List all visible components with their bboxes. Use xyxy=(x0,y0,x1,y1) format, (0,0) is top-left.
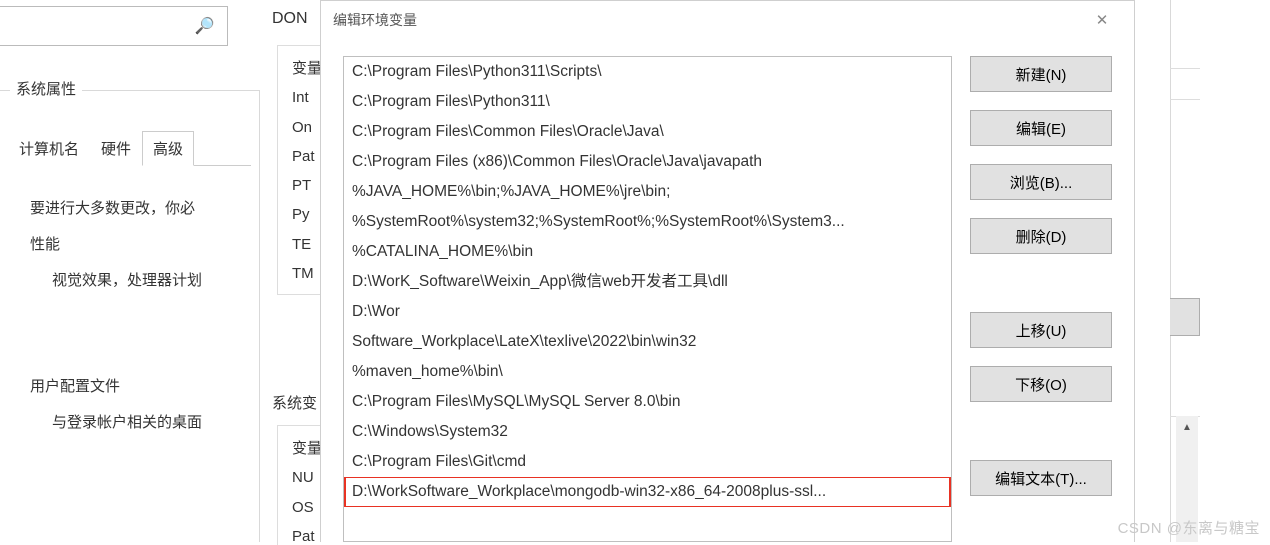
close-icon[interactable]: ✕ xyxy=(1082,11,1122,29)
path-item[interactable]: Software_Workplace\LateX\texlive\2022\bi… xyxy=(344,327,951,357)
profiles-heading: 用户配置文件 xyxy=(30,369,251,405)
sysprops-title: 系统属性 xyxy=(10,78,82,99)
perf-heading: 性能 xyxy=(30,227,251,263)
path-item[interactable]: %JAVA_HOME%\bin;%JAVA_HOME%\jre\bin; xyxy=(344,177,951,207)
path-item[interactable]: C:\Program Files\Python311\Scripts\ xyxy=(344,57,951,87)
path-item[interactable]: %maven_home%\bin\ xyxy=(344,357,951,387)
delete-button[interactable]: 删除(D) xyxy=(970,218,1112,254)
path-item-selected[interactable]: D:\WorkSoftware_Workplace\mongodb-win32-… xyxy=(344,477,951,507)
path-listbox[interactable]: C:\Program Files\Python311\Scripts\ C:\P… xyxy=(343,56,952,542)
path-item[interactable]: C:\Program Files\Common Files\Oracle\Jav… xyxy=(344,117,951,147)
tab-advanced[interactable]: 高级 xyxy=(142,131,194,166)
system-vars-label-frag: 系统变 xyxy=(272,392,317,413)
path-item[interactable]: C:\Program Files\Python311\ xyxy=(344,87,951,117)
right-frag-box xyxy=(1170,68,1200,100)
sysprops-tabs: 计算机名 硬件 高级 xyxy=(8,131,251,166)
perf-desc: 视觉效果，处理器计划 xyxy=(30,263,251,299)
system-properties-panel: 系统属性 计算机名 硬件 高级 要进行大多数更改，你必 性能 视觉效果，处理器计… xyxy=(0,90,260,542)
edit-env-var-dialog: 编辑环境变量 ✕ C:\Program Files\Python311\Scri… xyxy=(320,0,1135,542)
dialog-title: 编辑环境变量 xyxy=(333,10,1082,30)
watermark: CSDN @东离与糖宝 xyxy=(1118,517,1260,538)
path-item[interactable]: C:\Program Files\MySQL\MySQL Server 8.0\… xyxy=(344,387,951,417)
dialog-titlebar[interactable]: 编辑环境变量 ✕ xyxy=(321,1,1134,39)
path-item[interactable]: D:\WorK_Software\Weixin_App\微信web开发者工具\d… xyxy=(344,267,951,297)
edit-button[interactable]: 编辑(E) xyxy=(970,110,1112,146)
sysprops-body: 要进行大多数更改，你必 性能 视觉效果，处理器计划 用户配置文件 与登录帐户相关… xyxy=(30,191,251,441)
path-item[interactable]: C:\Program Files\Git\cmd xyxy=(344,447,951,477)
tab-computer-name[interactable]: 计算机名 xyxy=(8,131,90,166)
bg-crop-text: DON xyxy=(272,10,308,28)
movedown-button[interactable]: 下移(O) xyxy=(970,366,1112,402)
path-item[interactable]: %SystemRoot%\system32;%SystemRoot%;%Syst… xyxy=(344,207,951,237)
search-input[interactable]: 🔍 xyxy=(0,6,228,46)
path-item[interactable]: D:\Wor xyxy=(344,297,951,327)
sysprops-note: 要进行大多数更改，你必 xyxy=(30,191,251,227)
right-frag-button[interactable] xyxy=(1170,298,1200,336)
button-column: 新建(N) 编辑(E) 浏览(B)... 删除(D) 上移(U) 下移(O) 编… xyxy=(970,56,1112,542)
profiles-desc: 与登录帐户相关的桌面 xyxy=(30,405,251,441)
search-icon: 🔍 xyxy=(195,16,215,36)
tab-hardware[interactable]: 硬件 xyxy=(90,131,142,166)
path-item[interactable]: C:\Program Files (x86)\Common Files\Orac… xyxy=(344,147,951,177)
browse-button[interactable]: 浏览(B)... xyxy=(970,164,1112,200)
path-item[interactable]: %CATALINA_HOME%\bin xyxy=(344,237,951,267)
path-item[interactable]: C:\Windows\System32 xyxy=(344,417,951,447)
new-button[interactable]: 新建(N) xyxy=(970,56,1112,92)
edittext-button[interactable]: 编辑文本(T)... xyxy=(970,460,1112,496)
right-window-frag: ▲ xyxy=(1170,0,1270,542)
moveup-button[interactable]: 上移(U) xyxy=(970,312,1112,348)
scroll-up-icon[interactable]: ▲ xyxy=(1176,416,1198,438)
